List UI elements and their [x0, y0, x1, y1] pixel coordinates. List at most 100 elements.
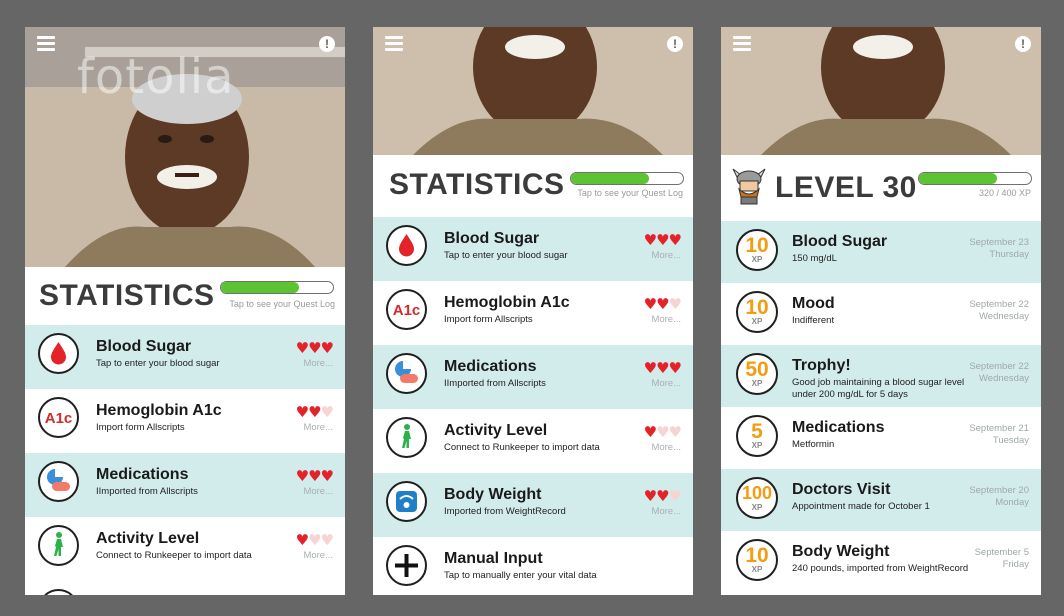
more-link[interactable]: More...	[651, 314, 681, 325]
watermark-text: fotolia	[77, 49, 235, 105]
heart-icon: ♥	[656, 487, 669, 505]
quest-date: September 22	[969, 361, 1029, 372]
more-link[interactable]: More...	[651, 506, 681, 517]
pills-icon	[38, 461, 79, 502]
xp-badge: 5 XP	[736, 415, 778, 457]
stat-list-item[interactable]: Manual Input Tap to manually enter your v…	[373, 537, 693, 595]
more-link[interactable]: More...	[303, 486, 333, 497]
profile-photo: fotolia !	[25, 27, 345, 267]
heart-rating: ♥♥♥	[643, 295, 682, 313]
stat-list-item[interactable]: Activity Level Connect to Runkeeper to im…	[25, 517, 345, 581]
alert-icon[interactable]: !	[667, 36, 683, 52]
quest-weekday: Wednesday	[979, 373, 1029, 384]
heart-icon: ♥	[668, 295, 682, 313]
stat-list-item[interactable]: A1c Hemoglobin A1c Import form Allscripts ♥…	[25, 389, 345, 453]
stat-subtitle: Tap to manually enter your vital data	[444, 570, 597, 581]
quest-subtitle: Good job maintaining a blood sugar level…	[792, 377, 965, 400]
heart-icon: ♥	[308, 339, 321, 357]
alert-icon[interactable]: !	[319, 36, 335, 52]
heart-icon: ♥	[643, 423, 657, 441]
profile-photo: !	[373, 27, 693, 155]
plus-icon	[386, 545, 427, 586]
quest-progress-fill	[571, 173, 650, 184]
stat-list-item[interactable]: Body Weight Imported from WeightRecord ♥♥♥…	[373, 473, 693, 537]
heart-icon: ♥	[308, 403, 321, 421]
more-link[interactable]: More...	[303, 550, 333, 561]
quest-log-item[interactable]: 100 XP Doctors Visit Appointment made for O…	[721, 469, 1041, 531]
more-link[interactable]: More...	[651, 378, 681, 389]
blood-drop-icon	[386, 225, 427, 266]
heart-icon: ♥	[320, 531, 334, 549]
heart-rating: ♥♥♥	[296, 467, 334, 485]
quest-title: Blood Sugar	[792, 233, 888, 250]
statistics-header: STATISTICS Tap to see your Quest Log	[25, 267, 345, 325]
heart-icon: ♥	[656, 359, 669, 377]
more-link[interactable]: More...	[651, 250, 681, 261]
menu-button[interactable]	[385, 36, 403, 52]
quest-weekday: Friday	[1002, 559, 1029, 570]
heart-icon: ♥	[668, 231, 682, 249]
stat-list-item[interactable]: A1c Hemoglobin A1c Import form Allscripts ♥…	[373, 281, 693, 345]
heart-icon: ♥	[643, 295, 657, 313]
stat-list-item[interactable]: Blood Sugar Tap to enter your blood sugar…	[373, 217, 693, 281]
heart-icon: ♥	[656, 231, 669, 249]
stat-list-item[interactable]: Activity Level Connect to Runkeeper to im…	[373, 409, 693, 473]
menu-button[interactable]	[733, 36, 751, 52]
xp-label: XP	[751, 317, 763, 326]
scale-icon	[386, 481, 427, 522]
pills-icon	[386, 353, 427, 394]
quest-progress-bar[interactable]	[220, 281, 334, 294]
stat-title: Hemoglobin A1c	[444, 294, 570, 311]
quest-title: Body Weight	[792, 543, 890, 560]
statistics-screen-photo: fotolia ! STATISTICS Tap to see your Que…	[25, 27, 345, 595]
stat-title: Medications	[96, 466, 189, 483]
page-title: STATISTICS	[39, 279, 215, 312]
quest-progress-fill	[221, 282, 300, 293]
quest-title: Mood	[792, 295, 835, 312]
menu-button[interactable]	[37, 36, 55, 52]
quest-date: September 22	[969, 299, 1029, 310]
stat-list-item[interactable]: Blood Sugar Tap to enter your blood sugar…	[25, 325, 345, 389]
stat-subtitle: Tap to enter your blood sugar	[444, 250, 568, 261]
statistics-header: STATISTICS Tap to see your Quest Log	[373, 155, 693, 217]
stat-title: Body Weight	[444, 486, 542, 503]
xp-label: XP	[751, 503, 763, 512]
stat-list-item[interactable]: Medications IImported from Allscripts ♥♥♥ M…	[373, 345, 693, 409]
heart-icon: ♥	[295, 339, 309, 357]
xp-label: XP	[751, 441, 763, 450]
xp-label: XP	[751, 255, 763, 264]
heart-icon: ♥	[656, 423, 669, 441]
a1c-icon: A1c	[386, 289, 427, 330]
quest-log-item[interactable]: 10 XP Mood Indifferent September 22 Wednesday	[721, 283, 1041, 345]
quest-date: September 20	[969, 485, 1029, 496]
quest-log-item[interactable]: 50 XP Trophy! Good job maintaining a blood …	[721, 345, 1041, 407]
heart-icon: ♥	[643, 231, 657, 249]
stat-subtitle: Import form Allscripts	[444, 314, 533, 325]
heart-icon: ♥	[668, 423, 682, 441]
xp-progress-label: 320 / 400 XP	[978, 188, 1031, 198]
quest-progress-bar[interactable]	[570, 172, 684, 185]
heart-icon: ♥	[295, 531, 309, 549]
xp-value: 10	[745, 544, 769, 567]
quest-log-item[interactable]: 10 XP Blood Sugar 150 mg/dL September 23 Thur…	[721, 221, 1041, 283]
more-link[interactable]: More...	[651, 442, 681, 453]
more-link[interactable]: More...	[303, 358, 333, 369]
alert-icon[interactable]: !	[1015, 36, 1031, 52]
stat-title: Medications	[444, 358, 537, 375]
stat-title: Activity Level	[444, 422, 548, 439]
quest-title: Trophy!	[792, 357, 851, 374]
quest-log-item[interactable]: 10 XP Body Weight 240 pounds, imported from…	[721, 531, 1041, 593]
quest-log-link[interactable]: Tap to see your Quest Log	[229, 299, 335, 309]
quest-log-item[interactable]: 5 XP Medications Metformin September 21 Tuesd…	[721, 407, 1041, 469]
quest-subtitle: 150 mg/dL	[792, 253, 837, 264]
xp-progress-bar[interactable]	[918, 172, 1032, 185]
quest-log-screen: ! LEVEL 30 320 / 400 XP 10 XP Blood Sugar 1…	[721, 27, 1041, 595]
walking-person-icon	[38, 525, 79, 566]
stat-subtitle: IImported from Allscripts	[444, 378, 546, 389]
stat-list-item[interactable]: Medications IImported from Allscripts ♥♥♥ M…	[25, 453, 345, 517]
more-link[interactable]: More...	[303, 422, 333, 433]
heart-icon: ♥	[668, 487, 682, 505]
heart-icon: ♥	[656, 295, 669, 313]
heart-rating: ♥♥♥	[295, 531, 334, 549]
quest-log-link[interactable]: Tap to see your Quest Log	[577, 188, 683, 198]
